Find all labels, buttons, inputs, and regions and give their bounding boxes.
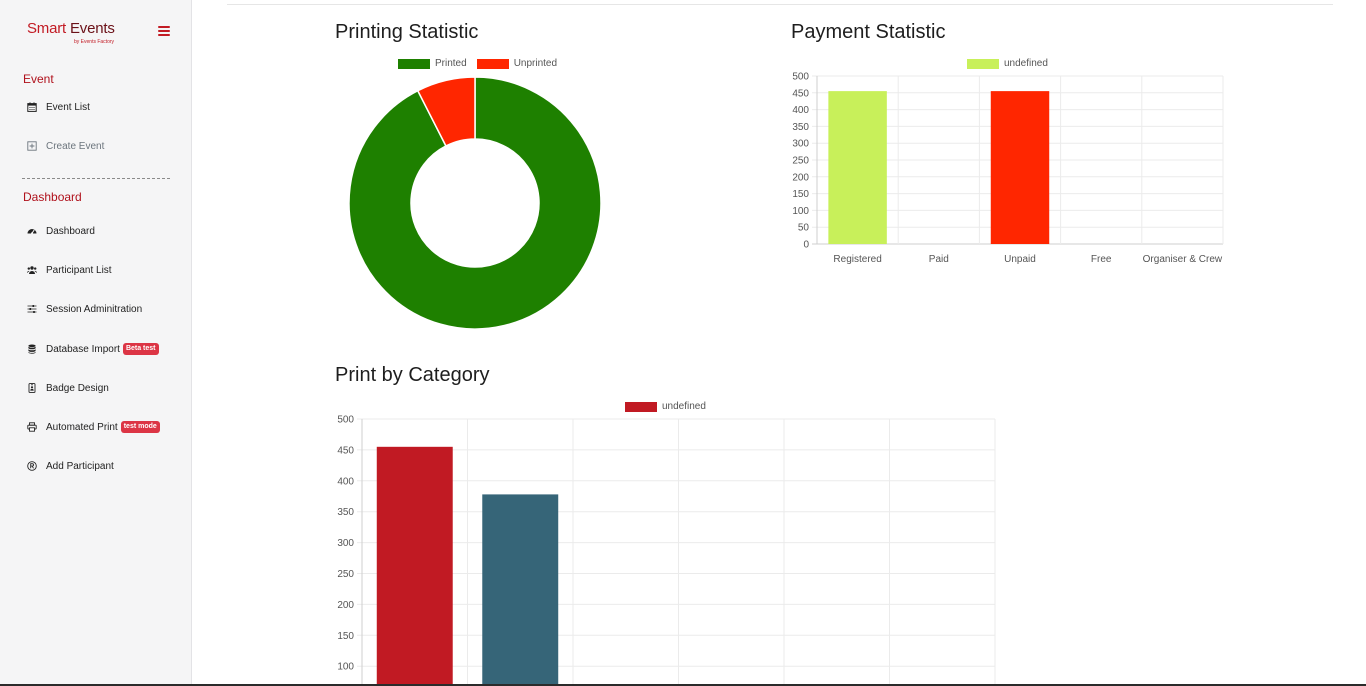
y-tick-label: 250 — [792, 156, 809, 167]
printing-statistic-title: Printing Statistic — [335, 21, 479, 43]
sidebar-item-database-import[interactable]: Database Import Beta test — [26, 340, 159, 358]
tachometer-icon — [26, 225, 38, 237]
section-title-dashboard: Dashboard — [23, 190, 82, 204]
sidebar-item-label: Dashboard — [46, 225, 95, 237]
sidebar-divider — [22, 178, 170, 179]
sidebar-item-event-list[interactable]: Event List — [26, 98, 90, 116]
sidebar-item-session-administration[interactable]: Session Adminitration — [26, 300, 142, 318]
brand-subtitle: by Events Factory — [74, 39, 115, 45]
print-icon — [26, 421, 38, 433]
legend-item-unprinted[interactable]: Unprinted — [476, 58, 558, 69]
payment-statistic-title: Payment Statistic — [791, 21, 946, 43]
y-tick-label: 300 — [792, 139, 809, 150]
y-tick-label: 400 — [337, 476, 354, 487]
y-tick-label: 150 — [792, 189, 809, 200]
plus-square-icon — [26, 140, 38, 152]
sliders-icon — [26, 303, 38, 315]
calendar-icon — [26, 101, 38, 113]
sidebar-item-badge-design[interactable]: Badge Design — [26, 379, 109, 397]
x-tick-label: Unpaid — [1004, 254, 1036, 265]
y-tick-label: 0 — [803, 240, 809, 251]
x-tick-label: Free — [1091, 254, 1112, 265]
sidebar: Smart Events by Events Factory Event Eve… — [0, 0, 192, 686]
legend-label: Printed — [435, 58, 467, 69]
y-tick-label: 350 — [337, 507, 354, 518]
sidebar-item-label: Automated Print — [46, 421, 118, 433]
x-tick-label: Paid — [929, 254, 949, 265]
y-tick-label: 50 — [798, 223, 810, 234]
legend-item-printed[interactable]: Printed — [398, 58, 467, 69]
brand-logo[interactable]: Smart Events by Events Factory — [27, 20, 115, 45]
legend-label: Unprinted — [513, 58, 558, 69]
users-icon — [26, 264, 38, 276]
brand-title: Smart Events — [27, 20, 115, 37]
beta-test-badge: Beta test — [122, 343, 159, 355]
y-tick-label: 250 — [337, 569, 354, 580]
y-tick-label: 100 — [337, 662, 354, 673]
id-badge-icon — [26, 382, 38, 394]
category-bar-chart[interactable]: 50100150200250300350400450500 — [300, 408, 1000, 686]
y-tick-label: 500 — [792, 72, 809, 83]
y-tick-label: 400 — [792, 105, 809, 116]
bar-category-2[interactable] — [482, 494, 559, 686]
registered-icon — [26, 460, 38, 472]
test-mode-badge: test mode — [120, 421, 160, 433]
sidebar-item-label: Participant List — [46, 264, 112, 276]
sidebar-item-label: Create Event — [46, 140, 105, 152]
y-tick-label: 450 — [337, 445, 354, 456]
legend-swatch — [476, 58, 509, 69]
y-tick-label: 200 — [792, 172, 809, 183]
y-tick-label: 300 — [337, 538, 354, 549]
brand-smart: Smart — [27, 20, 67, 37]
print-by-category-title: Print by Category — [335, 364, 490, 386]
y-tick-label: 100 — [792, 206, 809, 217]
y-tick-label: 450 — [792, 88, 809, 99]
sidebar-item-add-participant[interactable]: Add Participant — [26, 457, 114, 475]
y-tick-label: 350 — [792, 122, 809, 133]
sidebar-item-create-event[interactable]: Create Event — [26, 137, 104, 155]
sidebar-item-label: Add Participant — [46, 460, 114, 472]
bar-unpaid[interactable] — [990, 91, 1050, 245]
hamburger-menu-icon[interactable] — [158, 26, 170, 36]
y-tick-label: 200 — [337, 600, 354, 611]
sidebar-item-label: Database Import — [46, 343, 120, 355]
sidebar-item-automated-print[interactable]: Automated Print test mode — [26, 418, 160, 436]
y-tick-label: 150 — [337, 631, 354, 642]
database-icon — [26, 343, 38, 355]
printing-legend[interactable]: Printed Unprinted — [398, 58, 567, 69]
sidebar-item-dashboard[interactable]: Dashboard — [26, 222, 95, 240]
x-tick-label: Registered — [833, 254, 881, 265]
bar-registered[interactable] — [828, 91, 887, 245]
section-title-event: Event — [23, 72, 54, 86]
payment-bar-chart[interactable]: 0 50 100 150 200 250 300 350 400 450 500 Registered… — [760, 66, 1240, 276]
printing-donut-chart[interactable] — [348, 76, 602, 330]
sidebar-item-label: Session Adminitration — [46, 303, 143, 315]
top-divider — [227, 4, 1333, 5]
y-tick-label: 500 — [337, 415, 354, 426]
bar-category-1[interactable] — [376, 446, 453, 686]
sidebar-item-label: Badge Design — [46, 382, 109, 394]
brand-events: Events — [69, 20, 115, 37]
x-tick-label: Organiser & Crew — [1143, 254, 1223, 265]
sidebar-item-participant-list[interactable]: Participant List — [26, 261, 112, 279]
legend-swatch — [398, 58, 430, 69]
sidebar-item-label: Event List — [46, 101, 90, 113]
